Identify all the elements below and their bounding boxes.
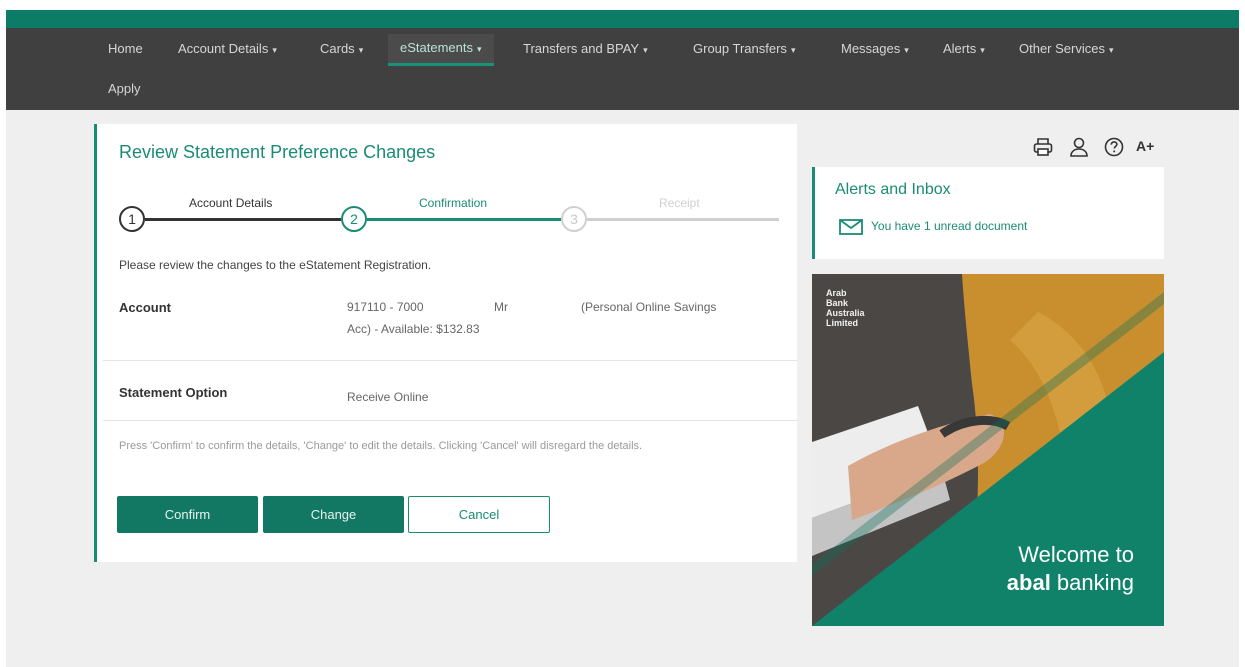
account-type: (Personal Online Savings	[581, 300, 717, 314]
divider	[103, 420, 797, 421]
promo-banner: Arab Bank Australia Limited Welcome to a…	[812, 274, 1164, 626]
chevron-down-icon: ▾	[643, 45, 648, 55]
step-2-circle: 2	[341, 206, 367, 232]
alerts-inbox-panel: Alerts and Inbox You have 1 unread docum…	[812, 167, 1164, 259]
intro-text: Please review the changes to the eStatem…	[119, 258, 432, 272]
chevron-down-icon: ▾	[1108, 45, 1114, 55]
chevron-down-icon: ▾	[272, 45, 277, 55]
chevron-down-icon: ▾	[904, 45, 909, 55]
nav-item-other-services[interactable]: Other Services ▾	[1019, 41, 1114, 56]
review-panel: Review Statement Preference Changes 1 2 …	[94, 124, 797, 562]
statement-option-value: Receive Online	[347, 390, 429, 404]
nav-item-cards[interactable]: Cards ▾	[320, 41, 363, 56]
account-holder: Mr	[494, 300, 508, 314]
chevron-down-icon: ▾	[790, 45, 796, 55]
page-title: Review Statement Preference Changes	[119, 142, 436, 162]
statement-option-label: Statement Option	[119, 385, 228, 400]
step-2-label: Confirmation	[419, 196, 488, 210]
nav-item-alerts[interactable]: Alerts ▾	[943, 41, 985, 56]
step-3-circle: 3	[561, 206, 587, 232]
nav-item-account-details[interactable]: Account Details ▾	[178, 41, 277, 56]
step-line-current	[367, 218, 561, 221]
instructions-text: Press 'Confirm' to confirm the details, …	[119, 440, 643, 452]
nav-item-estatements[interactable]: eStatements ▾	[388, 34, 494, 66]
top-brand-strip	[6, 10, 1239, 28]
divider	[103, 360, 797, 361]
step-line-upcoming	[587, 218, 779, 221]
account-available-balance: Acc) - Available: $132.83	[347, 322, 480, 336]
unread-document-link[interactable]: You have 1 unread document	[839, 219, 1027, 235]
printer-icon[interactable]	[1032, 136, 1054, 158]
cancel-button[interactable]: Cancel	[408, 496, 550, 533]
step-line-completed	[145, 218, 341, 221]
chevron-down-icon: ▾	[980, 45, 985, 55]
help-icon[interactable]	[1103, 136, 1125, 158]
bank-logo-text: Arab Bank Australia Limited	[826, 288, 865, 328]
nav-item-home[interactable]: Home	[108, 41, 143, 56]
step-3-label: Receipt	[659, 196, 700, 210]
promo-welcome-text: Welcome to	[1018, 542, 1134, 567]
account-label: Account	[119, 300, 171, 315]
step-1-circle: 1	[119, 206, 145, 232]
change-button[interactable]: Change	[263, 496, 404, 533]
promo-brand-text: abal banking	[1006, 570, 1134, 595]
envelope-icon	[839, 219, 863, 235]
nav-item-group-transfers[interactable]: Group Transfers ▾	[693, 41, 795, 56]
step-1-label: Account Details	[189, 196, 273, 210]
account-number: 917110 - 7000	[347, 300, 424, 314]
alerts-title: Alerts and Inbox	[835, 181, 951, 198]
chevron-down-icon: ▾	[477, 44, 482, 54]
confirm-button[interactable]: Confirm	[117, 496, 258, 533]
nav-item-apply[interactable]: Apply	[108, 81, 141, 96]
chevron-down-icon: ▾	[358, 45, 364, 55]
user-icon[interactable]	[1068, 136, 1090, 158]
nav-item-transfers-bpay[interactable]: Transfers and BPAY ▾	[523, 41, 648, 56]
font-size-icon[interactable]: A+	[1136, 138, 1158, 160]
main-navigation: Home Account Details ▾ Cards ▾ eStatements…	[6, 28, 1239, 110]
nav-item-messages[interactable]: Messages ▾	[841, 41, 909, 56]
